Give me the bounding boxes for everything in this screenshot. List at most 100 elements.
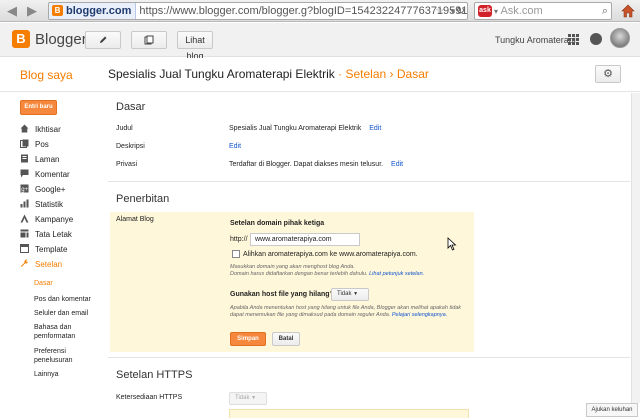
sidebar-sub-basic[interactable]: Dasar	[34, 279, 98, 288]
search-bar[interactable]: ask ▾ Ask.com ⌕	[474, 2, 612, 20]
custom-domain-title: Setelan domain pihak ketiga	[230, 220, 325, 227]
cancel-button[interactable]: Batal	[272, 332, 300, 346]
missing-files-host-label: Gunakan host file yang hilang?	[230, 291, 334, 298]
comments-icon	[20, 169, 29, 178]
sidebar-item-google-plus[interactable]: g+ Google+	[20, 183, 65, 197]
divider	[108, 181, 630, 182]
missing-host-help-text: Apabila Anda menentukan host yang hilang…	[230, 305, 462, 318]
site-identity-badge[interactable]: Bblogger.com	[49, 3, 137, 19]
home-icon	[20, 124, 29, 133]
engine-dropdown-icon[interactable]: ▾	[494, 7, 498, 16]
reload-icon[interactable]: ↻	[456, 3, 465, 19]
chevron-down-icon: ▼	[353, 291, 359, 297]
breadcrumb: Spesialis Jual Tungku Aromaterapi Elektr…	[108, 67, 429, 81]
custom-domain-input[interactable]: www.aromaterapiya.com	[250, 233, 360, 246]
bookmark-star-icon[interactable]: ☆	[435, 3, 445, 19]
browser-toolbar: ◀ ▶ Bblogger.com https://www.blogger.com/…	[0, 0, 640, 22]
blog-address-label: Alamat Blog	[116, 216, 154, 223]
title-value: Spesialis Jual Tungku Aromaterapi Elektr…	[229, 125, 362, 132]
privacy-value: Terdaftar di Blogger. Dapat diakses mesi…	[229, 161, 384, 168]
home-icon[interactable]	[620, 3, 636, 19]
pages-icon	[21, 154, 28, 163]
learn-more-link[interactable]: Pelajari selengkapnya.	[392, 312, 447, 318]
new-post-button[interactable]: Entri baru	[20, 100, 57, 115]
redirect-label: Alihkan aromaterapiya.com ke www.aromate…	[243, 251, 418, 258]
blogger-logo-icon[interactable]: B	[12, 30, 30, 48]
missing-files-host-select[interactable]: Tidak ▼	[331, 288, 369, 301]
edit-description-link[interactable]: Edit	[229, 143, 241, 150]
forward-icon[interactable]: ▶	[24, 3, 40, 19]
sidebar-sub-posts-comments[interactable]: Pos dan komentar	[34, 295, 98, 304]
http-prefix: http://	[230, 236, 248, 243]
sidebar-item-posts[interactable]: Pos	[20, 138, 49, 152]
blog-address-panel: Alamat Blog Setelan domain pihak ketiga …	[110, 212, 474, 352]
section-https-title: Setelan HTTPS	[116, 369, 193, 381]
search-placeholder: Ask.com	[500, 5, 543, 17]
breadcrumb-settings[interactable]: Setelan	[345, 67, 386, 81]
svg-text:g+: g+	[21, 187, 28, 193]
blogger-favicon-icon: B	[52, 5, 63, 16]
title-label: Judul	[116, 125, 133, 132]
apps-grid-icon[interactable]	[568, 34, 579, 45]
privacy-row: Terdaftar di Blogger. Dapat diakses mesi…	[229, 161, 403, 168]
send-feedback-button[interactable]: Ajukan keluhan	[586, 403, 638, 417]
url-dropdown-icon[interactable]: ▾	[450, 3, 455, 19]
url-bar[interactable]: Bblogger.com https://www.blogger.com/blog…	[48, 2, 468, 20]
blogger-topbar: B Blogger Lihat blog Tungku Aromaterapi	[0, 23, 640, 61]
layout-icon	[20, 229, 29, 238]
gear-icon: ⚙	[603, 68, 613, 80]
stats-icon	[20, 199, 29, 208]
sidebar-item-overview[interactable]: Ikhtisar	[20, 123, 61, 137]
wrench-icon	[20, 259, 29, 267]
settings-gear-button[interactable]: ⚙	[595, 65, 621, 83]
app-name[interactable]: Blogger	[35, 31, 87, 48]
google-plus-icon: g+	[20, 184, 29, 193]
breadcrumb-arrow: ›	[389, 67, 394, 81]
title-row: Spesialis Jual Tungku Aromaterapi Elektr…	[229, 125, 381, 132]
section-basic-title: Dasar	[116, 101, 146, 113]
privacy-label: Privasi	[116, 161, 138, 168]
breadcrumb-basic: Dasar	[396, 67, 429, 81]
sidebar-sub-search-preferences[interactable]: Preferensi penelusuran	[34, 347, 98, 365]
page-header: Blog saya Spesialis Jual Tungku Aromater…	[0, 58, 640, 92]
ask-engine-icon[interactable]: ask	[478, 5, 492, 17]
edit-privacy-link[interactable]: Edit	[391, 161, 403, 168]
my-blogs-link[interactable]: Blog saya	[20, 68, 73, 82]
url-text: https://www.blogger.com/blogger.g?blogID…	[139, 5, 468, 17]
adwords-icon	[20, 214, 29, 223]
https-availability-label: Ketersediaan HTTPS	[116, 394, 183, 401]
save-button[interactable]: Simpan	[230, 332, 266, 346]
notifications-icon[interactable]	[590, 33, 602, 45]
sidebar-item-layout[interactable]: Tata Letak	[20, 228, 72, 242]
avatar[interactable]	[610, 28, 630, 48]
sidebar-sub-mobile-email[interactable]: Seluler dan email	[34, 309, 98, 318]
sidebar-item-comments[interactable]: Komentar	[20, 168, 70, 182]
edit-title-link[interactable]: Edit	[369, 125, 381, 132]
back-icon[interactable]: ◀	[4, 3, 20, 19]
sidebar-sub-language-formatting[interactable]: Bahasa dan pemformatan	[34, 323, 98, 341]
section-publishing-title: Penerbitan	[116, 193, 170, 205]
pencil-icon	[100, 36, 107, 43]
domain-help-line-2: Domain harus didaftarkan dengan benar te…	[230, 271, 425, 277]
sidebar-item-campaigns[interactable]: Kampanye	[20, 213, 73, 227]
sidebar-item-template[interactable]: Template	[20, 243, 67, 257]
blog-title: Spesialis Jual Tungku Aromaterapi Elektr…	[108, 67, 335, 81]
sidebar-item-pages[interactable]: Laman	[20, 153, 59, 167]
description-label: Deskripsi	[116, 143, 145, 150]
sidebar: Entri baru Ikhtisar Pos Laman Komentar g…	[0, 93, 100, 418]
view-blog-button[interactable]: Lihat blog	[177, 31, 213, 61]
view-posts-button[interactable]	[131, 31, 167, 49]
search-icon[interactable]: ⌕	[602, 3, 608, 19]
setup-instructions-link[interactable]: Lihat petunjuk setelan.	[369, 271, 424, 277]
sidebar-item-stats[interactable]: Statistik	[20, 198, 63, 212]
sidebar-sub-other[interactable]: Lainnya	[34, 370, 98, 379]
sidebar-item-settings[interactable]: Setelan	[20, 258, 62, 272]
redirect-checkbox[interactable]	[232, 250, 240, 258]
template-icon	[20, 244, 29, 253]
new-post-pencil-button[interactable]	[85, 31, 121, 49]
posts-icon	[144, 35, 154, 45]
page-scrollbar[interactable]	[631, 93, 640, 403]
posts-icon	[20, 139, 29, 148]
user-name[interactable]: Tungku Aromaterapi	[495, 35, 576, 45]
https-info-panel	[229, 409, 469, 418]
